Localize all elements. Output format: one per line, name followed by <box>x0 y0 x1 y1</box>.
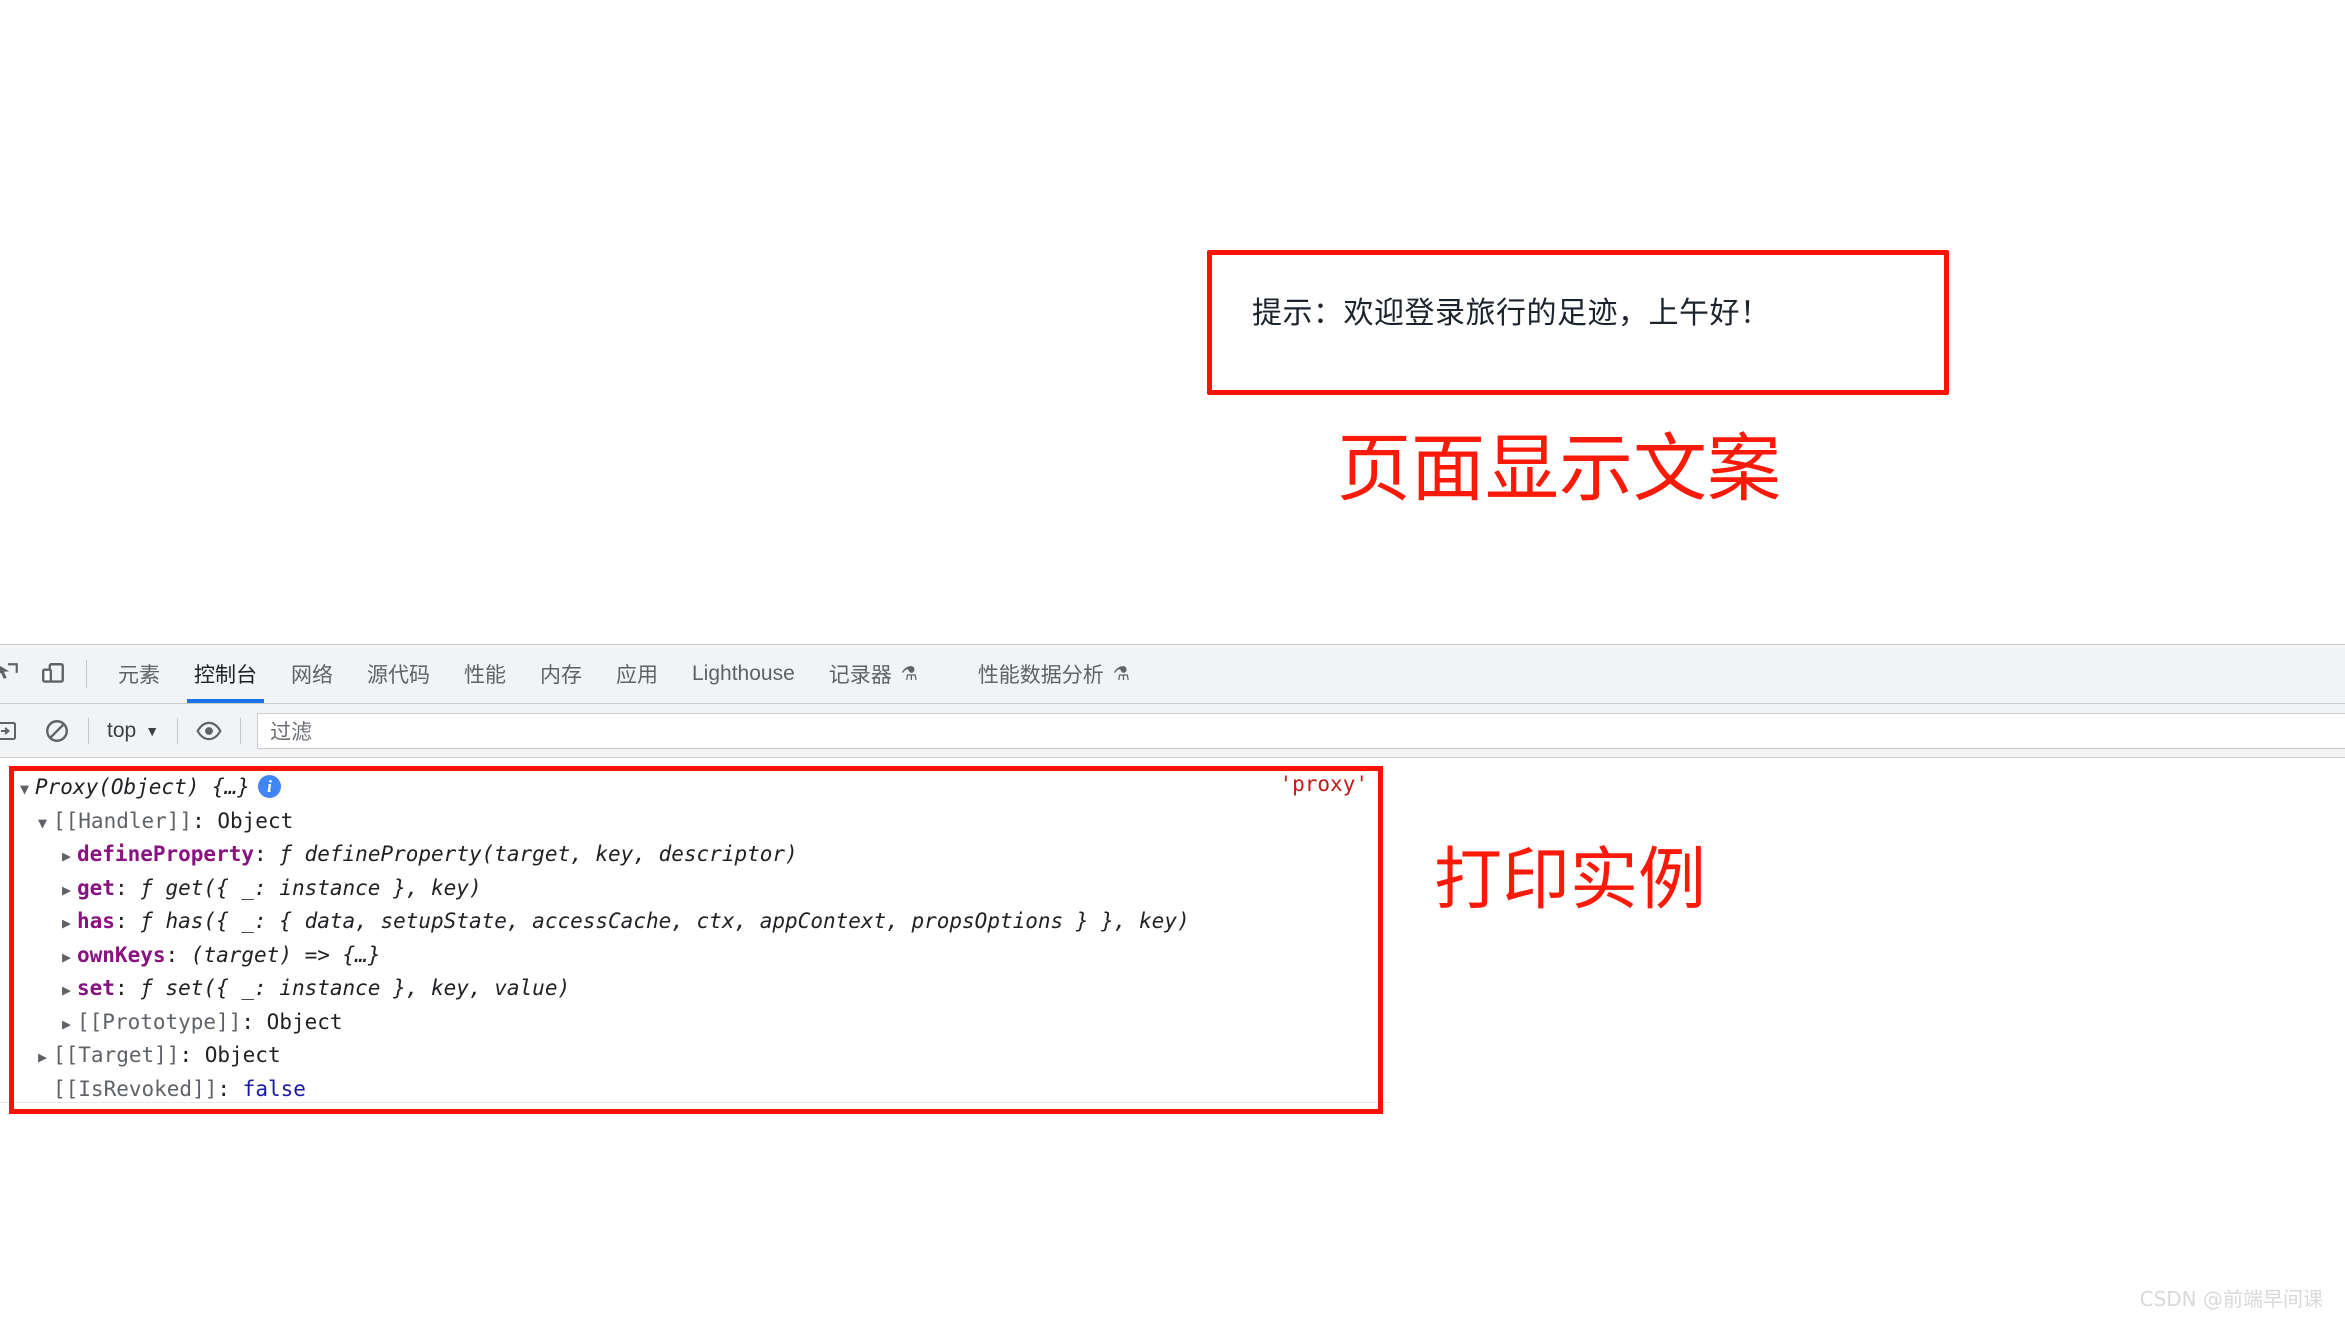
chevron-down-icon: ▼ <box>145 722 160 739</box>
disclosure-triangle-icon[interactable] <box>62 875 77 907</box>
clear-console-icon[interactable] <box>38 712 76 750</box>
property-value: ƒ has({ _: { data, setupState, accessCac… <box>140 909 1190 933</box>
property-key: [[Handler]] <box>53 808 193 833</box>
watermark: CSDN @前端早间课 <box>2139 1287 2323 1311</box>
info-icon[interactable]: i <box>257 775 281 798</box>
console-source-label[interactable]: 'proxy' <box>1279 772 1368 796</box>
tab-label: 性能数据分析 <box>977 664 1104 687</box>
log-row-has[interactable]: has: ƒ has({ _: { data, setupState, acce… <box>0 906 1390 940</box>
property-key: [[Prototype]] <box>77 1009 242 1034</box>
inspect-element-icon[interactable] <box>0 655 26 693</box>
toolbar-divider <box>177 717 179 744</box>
tab-console[interactable]: 控制台 <box>177 645 274 703</box>
tab-application[interactable]: 应用 <box>599 645 675 703</box>
proxy-object-header: Proxy(Object) {…} <box>35 775 250 799</box>
disclosure-triangle-icon[interactable] <box>20 774 35 806</box>
annotation-console-text: 打印实例 <box>1434 841 1707 920</box>
tab-label: 网络 <box>291 664 333 687</box>
log-row-target[interactable]: [[Target]]: Object <box>0 1040 1390 1074</box>
flask-icon: ⚗ <box>1112 663 1130 685</box>
disclosure-triangle-icon[interactable] <box>62 942 77 974</box>
log-row-prototype[interactable]: [[Prototype]]: Object <box>0 1007 1390 1041</box>
welcome-alert-text: 提示：欢迎登录旅行的足迹，上午好！ <box>1252 296 1771 331</box>
execution-context-selector[interactable]: top ▼ <box>101 719 165 743</box>
tab-label: 元素 <box>118 664 160 687</box>
tab-label: 性能 <box>464 664 506 687</box>
property-value: (target) => {…} <box>190 942 381 967</box>
disclosure-triangle-icon[interactable] <box>62 908 77 940</box>
annotation-page-text: 页面显示文案 <box>1337 426 1781 512</box>
tab-label: 记录器 <box>828 664 892 687</box>
tab-network[interactable]: 网络 <box>274 645 350 703</box>
tab-label: 控制台 <box>194 664 257 687</box>
property-key: get <box>77 875 115 900</box>
property-key: defineProperty <box>77 842 255 866</box>
execution-context-value: top <box>107 718 137 742</box>
tab-sources[interactable]: 源代码 <box>350 645 447 703</box>
disclosure-triangle-icon[interactable] <box>62 1009 77 1041</box>
tab-label: 内存 <box>540 664 582 687</box>
console-log-entry[interactable]: Proxy(Object) {…} i [[Handler]]: Object d… <box>0 758 1390 1105</box>
tab-label: Lighthouse <box>692 662 795 685</box>
console-output-area[interactable]: Proxy(Object) {…} i [[Handler]]: Object d… <box>0 758 2345 1330</box>
tab-memory[interactable]: 内存 <box>523 645 599 703</box>
tab-elements[interactable]: 元素 <box>101 645 177 703</box>
property-value: ƒ defineProperty(target, key, descriptor… <box>279 842 798 866</box>
tab-performance-insights[interactable]: 性能数据分析 ⚗ <box>961 645 1147 703</box>
property-value: Object <box>217 808 294 833</box>
console-filter-input[interactable]: 过滤 <box>257 712 2345 749</box>
tab-label: 源代码 <box>367 664 430 687</box>
devtools-tabbar: 元素 控制台 网络 源代码 性能 内存 应用 Lighthouse 记录器 ⚗ … <box>0 645 2345 704</box>
device-toolbar-icon[interactable] <box>34 655 72 693</box>
property-key: set <box>77 976 115 1000</box>
disclosure-triangle-icon[interactable] <box>62 841 77 873</box>
welcome-alert-box: 提示：欢迎登录旅行的足迹，上午好！ <box>1207 250 1949 395</box>
tab-recorder[interactable]: 记录器 ⚗ <box>812 645 935 703</box>
disclosure-triangle-icon[interactable] <box>38 1042 53 1074</box>
property-value: false <box>242 1076 306 1101</box>
property-value: ƒ set({ _: instance }, key, value) <box>140 976 571 1000</box>
toolbar-divider <box>240 717 242 744</box>
property-value: Object <box>266 1009 343 1034</box>
flask-icon: ⚗ <box>900 663 918 685</box>
property-value: Object <box>204 1043 281 1067</box>
console-sidebar-icon[interactable] <box>0 712 24 750</box>
live-expression-eye-icon[interactable] <box>190 712 228 750</box>
toolbar-divider <box>86 660 87 688</box>
disclosure-triangle-icon[interactable] <box>62 975 77 1007</box>
tab-lighthouse[interactable]: Lighthouse <box>675 645 812 703</box>
log-entry-divider <box>0 1102 1390 1103</box>
log-row-handler[interactable]: [[Handler]]: Object <box>0 806 1390 840</box>
log-row-proxy-header[interactable]: Proxy(Object) {…} i <box>0 772 1390 806</box>
toolbar-divider <box>88 717 89 744</box>
tab-label: 应用 <box>616 664 658 687</box>
tab-performance[interactable]: 性能 <box>447 645 523 703</box>
log-row-set[interactable]: set: ƒ set({ _: instance }, key, value) <box>0 973 1390 1007</box>
disclosure-triangle-icon[interactable] <box>38 808 53 840</box>
property-key: [[IsRevoked]] <box>53 1076 218 1101</box>
property-key: has <box>77 909 115 933</box>
devtools-panel: 元素 控制台 网络 源代码 性能 内存 应用 Lighthouse 记录器 ⚗ … <box>0 644 2345 1330</box>
log-row-ownkeys[interactable]: ownKeys: (target) => {…} <box>0 940 1390 974</box>
log-row-get[interactable]: get: ƒ get({ _: instance }, key) <box>0 873 1390 907</box>
log-row-defineproperty[interactable]: defineProperty: ƒ defineProperty(target,… <box>0 839 1390 873</box>
property-value: ƒ get({ _: instance }, key) <box>140 875 482 900</box>
console-toolbar: top ▼ 过滤 <box>0 704 2345 758</box>
property-key: ownKeys <box>77 942 166 967</box>
console-filter-placeholder: 过滤 <box>270 720 313 744</box>
log-row-isrevoked[interactable]: [[IsRevoked]]: false <box>0 1074 1390 1106</box>
property-key: [[Target]] <box>53 1043 180 1067</box>
web-page-viewport: 提示：欢迎登录旅行的足迹，上午好！ 页面显示文案 <box>0 0 2345 644</box>
